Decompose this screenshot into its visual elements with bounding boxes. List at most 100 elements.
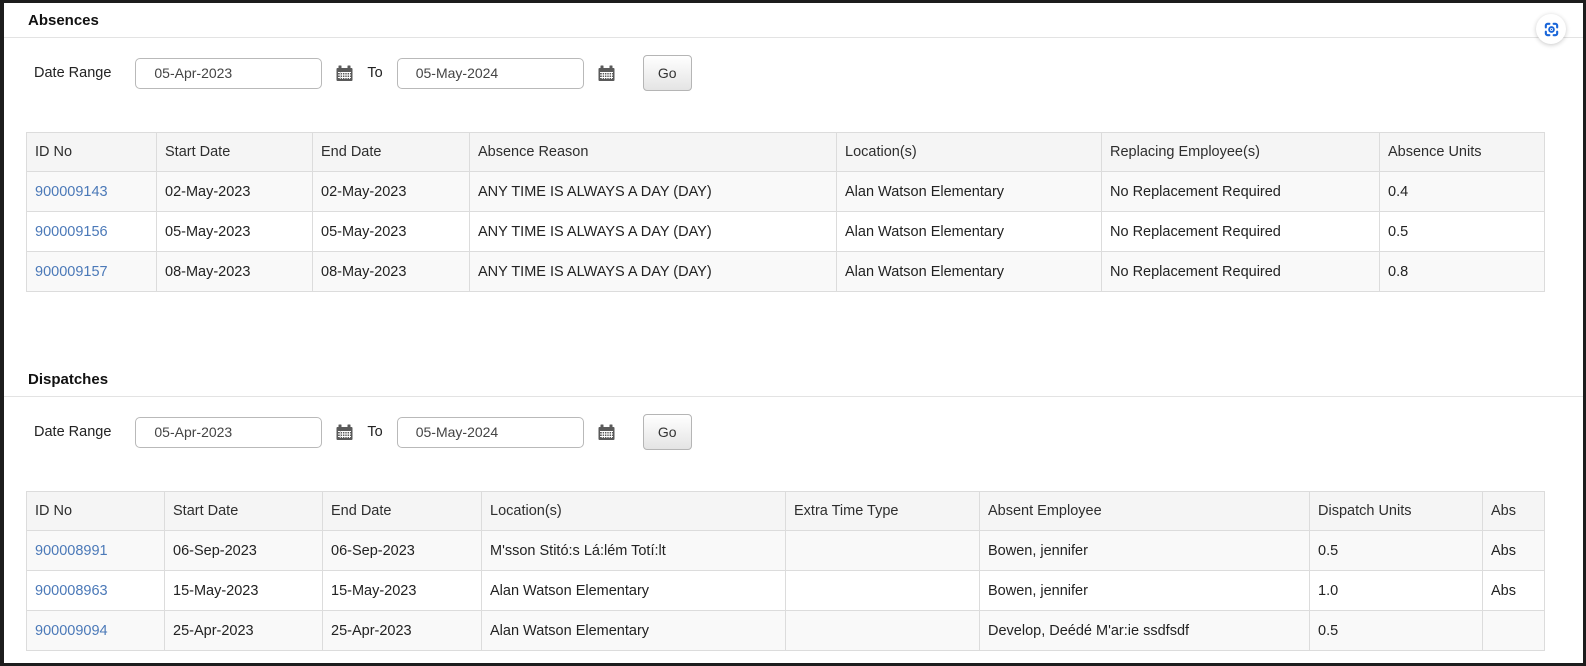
to-label: To: [367, 424, 382, 440]
table-cell: 05-May-2023: [157, 212, 313, 252]
id-cell: 900008963: [27, 571, 165, 611]
column-header: End Date: [313, 133, 470, 172]
column-header: Absent Employee: [980, 492, 1310, 531]
date-range-filter: Date Range: [34, 414, 1583, 450]
table-cell: 02-May-2023: [157, 172, 313, 212]
date-range-label: Date Range: [34, 424, 111, 440]
table-cell: ANY TIME IS ALWAYS A DAY (DAY): [470, 252, 837, 292]
table-cell: Alan Watson Elementary: [837, 212, 1102, 252]
table-cell: No Replacement Required: [1102, 252, 1380, 292]
table-cell: Alan Watson Elementary: [482, 611, 786, 651]
column-header: Location(s): [837, 133, 1102, 172]
id-cell: 900009143: [27, 172, 157, 212]
table-row: 90000915708-May-202308-May-2023ANY TIME …: [27, 252, 1545, 292]
date-range-label: Date Range: [34, 65, 111, 81]
table-cell: 06-Sep-2023: [323, 531, 482, 571]
table-cell: 08-May-2023: [313, 252, 470, 292]
date-from-input[interactable]: [135, 58, 322, 89]
record-id-link[interactable]: 900009157: [35, 264, 108, 280]
table-cell: ANY TIME IS ALWAYS A DAY (DAY): [470, 212, 837, 252]
table-cell: 0.5: [1380, 212, 1545, 252]
table-cell: ANY TIME IS ALWAYS A DAY (DAY): [470, 172, 837, 212]
column-header: Dispatch Units: [1310, 492, 1483, 531]
column-header: Absence Units: [1380, 133, 1545, 172]
id-cell: 900009157: [27, 252, 157, 292]
table-cell: 1.0: [1310, 571, 1483, 611]
go-button[interactable]: Go: [643, 55, 692, 91]
table-cell: 0.8: [1380, 252, 1545, 292]
table-cell: Abs: [1483, 571, 1545, 611]
go-button[interactable]: Go: [643, 414, 692, 450]
column-header: Start Date: [165, 492, 323, 531]
table-row: 90000909425-Apr-202325-Apr-2023Alan Wats…: [27, 611, 1545, 651]
column-header: Extra Time Type: [786, 492, 980, 531]
table-cell: 08-May-2023: [157, 252, 313, 292]
table-cell: 25-Apr-2023: [323, 611, 482, 651]
to-label: To: [367, 65, 382, 81]
table-cell: Develop, Deédé M'ar:ie ssdfsdf: [980, 611, 1310, 651]
table-cell: [786, 571, 980, 611]
table-cell: 02-May-2023: [313, 172, 470, 212]
table-cell: No Replacement Required: [1102, 172, 1380, 212]
column-header: Start Date: [157, 133, 313, 172]
record-id-link[interactable]: 900009143: [35, 184, 108, 200]
date-to-input[interactable]: [397, 58, 584, 89]
scan-focus-button[interactable]: [1536, 14, 1566, 44]
table-cell: 0.4: [1380, 172, 1545, 212]
table-row: 90000896315-May-202315-May-2023Alan Wats…: [27, 571, 1545, 611]
column-header: Replacing Employee(s): [1102, 133, 1380, 172]
table-cell: Bowen, jennifer: [980, 531, 1310, 571]
table-cell: 15-May-2023: [165, 571, 323, 611]
scan-focus-icon: [1543, 21, 1560, 38]
record-id-link[interactable]: 900008963: [35, 583, 108, 599]
id-cell: 900008991: [27, 531, 165, 571]
table-cell: [786, 531, 980, 571]
calendar-icon[interactable]: [598, 65, 615, 82]
record-id-link[interactable]: 900009156: [35, 224, 108, 240]
table-cell: Abs: [1483, 531, 1545, 571]
table-cell: 06-Sep-2023: [165, 531, 323, 571]
table-header-row: ID NoStart DateEnd DateLocation(s)Extra …: [27, 492, 1545, 531]
table-cell: 15-May-2023: [323, 571, 482, 611]
data-table: ID NoStart DateEnd DateAbsence ReasonLoc…: [26, 132, 1545, 292]
record-id-link[interactable]: 900008991: [35, 543, 108, 559]
table-cell: Alan Watson Elementary: [837, 252, 1102, 292]
section-title: Absences: [4, 3, 1583, 38]
table-row: 90000914302-May-202302-May-2023ANY TIME …: [27, 172, 1545, 212]
table-cell: Alan Watson Elementary: [837, 172, 1102, 212]
section-dispatches: Dispatches Date Range: [4, 362, 1583, 651]
column-header: Absence Reason: [470, 133, 837, 172]
column-header: End Date: [323, 492, 482, 531]
table-header-row: ID NoStart DateEnd DateAbsence ReasonLoc…: [27, 133, 1545, 172]
column-header: Location(s): [482, 492, 786, 531]
table-row: 90000915605-May-202305-May-2023ANY TIME …: [27, 212, 1545, 252]
id-cell: 900009156: [27, 212, 157, 252]
table-cell: 25-Apr-2023: [165, 611, 323, 651]
record-id-link[interactable]: 900009094: [35, 623, 108, 639]
section-title: Dispatches: [4, 362, 1583, 397]
table-cell: 0.5: [1310, 611, 1483, 651]
column-header: ID No: [27, 492, 165, 531]
data-table: ID NoStart DateEnd DateLocation(s)Extra …: [26, 491, 1545, 651]
id-cell: 900009094: [27, 611, 165, 651]
table-row: 90000899106-Sep-202306-Sep-2023M'sson St…: [27, 531, 1545, 571]
table-cell: Alan Watson Elementary: [482, 571, 786, 611]
calendar-icon[interactable]: [598, 424, 615, 441]
table-cell: Bowen, jennifer: [980, 571, 1310, 611]
page: { "window": { "fullscreen_icon": "scan-f…: [0, 0, 1586, 666]
column-header: Abs: [1483, 492, 1545, 531]
date-range-filter: Date Range: [34, 55, 1583, 91]
table-cell: [786, 611, 980, 651]
column-header: ID No: [27, 133, 157, 172]
calendar-icon[interactable]: [336, 65, 353, 82]
table-cell: [1483, 611, 1545, 651]
calendar-icon[interactable]: [336, 424, 353, 441]
table-cell: 0.5: [1310, 531, 1483, 571]
table-cell: 05-May-2023: [313, 212, 470, 252]
table-cell: M'sson Stitó:s Lá:lém Totí:lt: [482, 531, 786, 571]
date-to-input[interactable]: [397, 417, 584, 448]
table-cell: No Replacement Required: [1102, 212, 1380, 252]
section-absences: Absences Date Range: [4, 3, 1583, 292]
date-from-input[interactable]: [135, 417, 322, 448]
content: Absences Date Range: [4, 3, 1583, 651]
